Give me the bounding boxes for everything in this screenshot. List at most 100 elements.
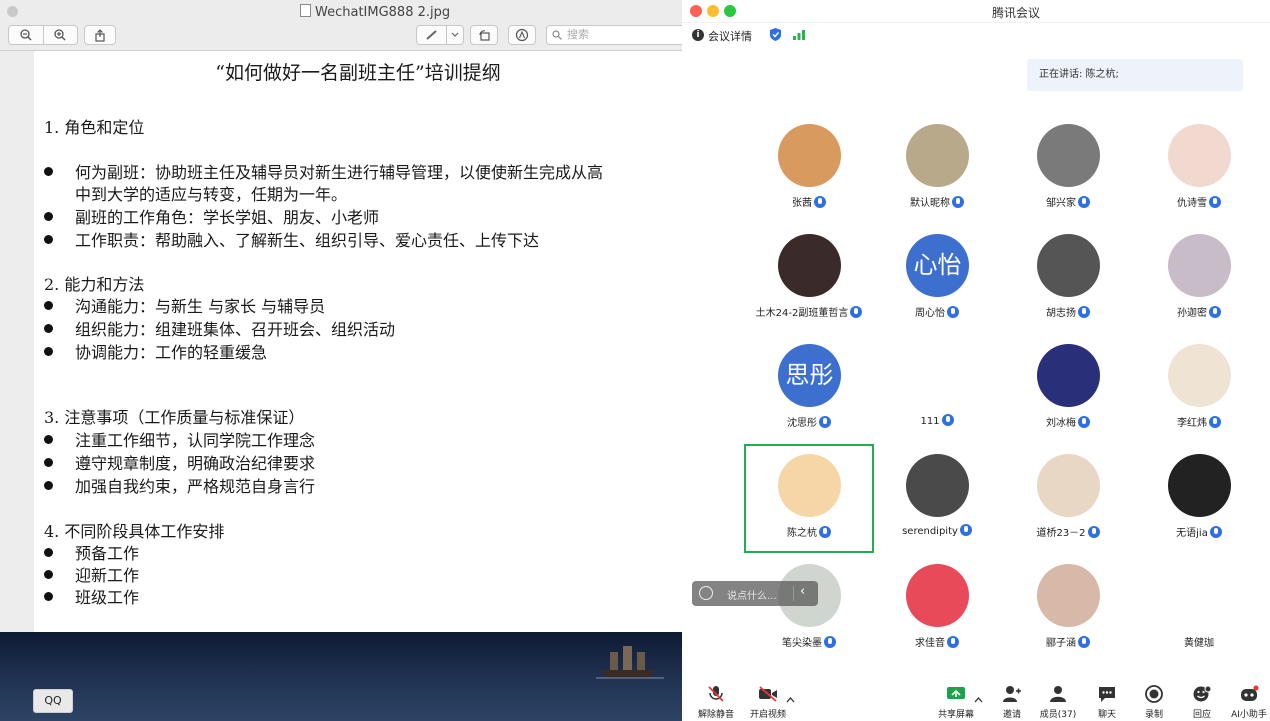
ai-assistant-label: AI小助手 [1231, 710, 1267, 720]
window-close-dot[interactable] [7, 6, 18, 17]
microphone-icon [947, 636, 959, 648]
participant-avatar [906, 564, 969, 627]
participant-name: 张茜 [744, 194, 874, 209]
preview-toolbar: 搜索 [0, 22, 682, 51]
chat-quick-input[interactable]: 说点什么... ‹ [692, 581, 818, 606]
pen-icon [426, 30, 437, 40]
ai-assistant-button[interactable]: AI小助手 [1225, 681, 1270, 721]
participant-name-text: 仇诗雪 [1177, 198, 1207, 209]
start-video-button[interactable]: 开启视频 [744, 681, 792, 721]
participant-tile[interactable]: 道桥23－2 [1003, 443, 1133, 553]
preview-titlebar: WechatIMG888 2.jpg [0, 0, 682, 22]
participant-tile[interactable]: 111 [872, 333, 1002, 443]
microphone-icon [941, 414, 954, 426]
participant-name-text: 黄健珈 [1184, 638, 1214, 649]
microphone-icon [850, 306, 863, 318]
participant-avatar [906, 344, 969, 407]
active-speaker-highlight [744, 444, 874, 553]
participant-tile[interactable]: 郦子涵 [1003, 553, 1133, 663]
zoom-out-button[interactable] [9, 26, 43, 44]
start-video-label: 开启视频 [749, 710, 786, 720]
chevron-down-icon [451, 32, 459, 37]
participant-tile[interactable]: 土木24-2副班董哲言 [744, 223, 874, 333]
video-options-chevron-icon[interactable] [786, 697, 795, 703]
share-options-chevron-icon[interactable] [974, 697, 983, 703]
meeting-window-title: 腾讯会议 [991, 6, 1040, 20]
rotate-button[interactable] [470, 25, 498, 45]
participant-name: 刘冰梅 [1003, 414, 1133, 429]
participant-tile[interactable]: 邹兴家 [1003, 113, 1133, 223]
microphone-icon [947, 306, 959, 318]
participant-tile[interactable]: 胡志扬 [1003, 223, 1133, 333]
microphone-icon [952, 196, 964, 208]
participant-tile[interactable]: 心怡 周心怡 [872, 223, 1002, 333]
participant-tile[interactable]: 求佳音 [872, 553, 1002, 663]
microphone-icon [1209, 416, 1221, 428]
participant-name-text: 道桥23－2 [1036, 528, 1086, 539]
participant-avatar [906, 124, 969, 187]
participant-tile[interactable]: 黄健珈 [1134, 553, 1264, 663]
shield-icon[interactable] [769, 27, 782, 42]
markup-pen-button[interactable] [417, 26, 446, 44]
section-heading: 2. 能力和方法 [44, 275, 145, 294]
annotate-icon [515, 28, 529, 42]
microphone-icon [1078, 416, 1090, 428]
participant-tile[interactable]: 孙迦密 [1134, 223, 1264, 333]
participant-name-text: 默认昵称 [910, 198, 950, 209]
microphone-muted-icon [708, 686, 724, 702]
zoom-in-button[interactable] [42, 26, 78, 44]
annotate-button[interactable] [508, 25, 536, 45]
participant-tile[interactable]: 无语jia [1134, 443, 1264, 553]
microphone-icon [1209, 196, 1221, 208]
info-icon: i [692, 29, 704, 41]
participant-tile[interactable]: 思彤沈思彤 [744, 333, 874, 443]
microphone-icon [1087, 526, 1100, 538]
participant-name-text: 求佳音 [915, 638, 945, 649]
participant-tile[interactable]: 张茜 [744, 113, 874, 223]
meeting-titlebar: 腾讯会议 [682, 0, 1270, 23]
network-signal-icon[interactable] [793, 29, 805, 40]
participant-name: 胡志扬 [1003, 304, 1133, 319]
participant-tile[interactable]: serendipity [872, 443, 1002, 553]
preview-window: WechatIMG888 2.jpg 搜索 “如何做好一名副班主任”培训提纲 1… [0, 0, 682, 632]
preview-window-title: WechatIMG888 2.jpg [300, 4, 450, 20]
emoji-icon[interactable] [699, 586, 713, 600]
participant-avatar [1168, 454, 1231, 517]
participant-avatar [1168, 124, 1231, 187]
participant-name-text: 111 [920, 416, 940, 427]
participant-name-text: 笔尖染墨 [782, 638, 822, 649]
participant-tile[interactable]: 刘冰梅 [1003, 333, 1133, 443]
participant-avatar: 心怡 [906, 234, 969, 297]
participant-name-text: 无语jia [1176, 528, 1208, 539]
participant-name: 黄健珈 [1134, 634, 1264, 649]
share-screen-button[interactable]: 共享屏幕 [932, 681, 980, 721]
participant-avatar: 思彤 [778, 344, 841, 407]
search-icon [552, 30, 562, 40]
participant-tile[interactable]: 李红炜 [1134, 333, 1264, 443]
collapse-chevron-icon[interactable]: ‹ [800, 584, 805, 599]
preview-search-input[interactable]: 搜索 [546, 25, 682, 45]
meeting-info-bar: i 会议详情 [682, 23, 1270, 47]
bullet-item: 迎新工作 [44, 562, 139, 586]
reaction-icon [1193, 685, 1212, 702]
participant-tile[interactable]: 默认昵称 [872, 113, 1002, 223]
share-button[interactable] [84, 25, 116, 45]
participant-tile[interactable]: 仇诗雪 [1134, 113, 1264, 223]
participant-name-text: 沈思彤 [787, 418, 817, 429]
document-viewport[interactable]: “如何做好一名副班主任”培训提纲 1. 角色和定位 何为副班：协助班主任及辅导员… [0, 51, 682, 632]
participant-name: 沈思彤 [744, 414, 874, 429]
participant-name: 默认昵称 [872, 194, 1002, 209]
meeting-window: 腾讯会议 i 会议详情 正在讲话: 陈之杭; 张茜 默认昵称 邹兴家 仇诗雪 土木24-… [682, 0, 1270, 721]
section-heading: 4. 不同阶段具体工作安排 [44, 522, 225, 541]
search-placeholder: 搜索 [567, 28, 589, 41]
members-icon [1050, 686, 1066, 702]
meeting-details-button[interactable]: 会议详情 [708, 28, 752, 44]
camera-off-icon [759, 686, 777, 702]
participant-tile[interactable]: 笔尖染墨 [744, 553, 874, 663]
bullet-item: 何为副班：协助班主任及辅导员对新生进行辅导管理，以便使新生完成从高 [44, 159, 603, 183]
participant-name: 仇诗雪 [1134, 194, 1264, 209]
unmute-button[interactable]: 解除静音 [692, 681, 740, 721]
markup-dropdown-button[interactable] [446, 26, 463, 44]
participant-name: 土木24-2副班董哲言 [744, 304, 874, 319]
participant-name: serendipity [872, 524, 1002, 537]
